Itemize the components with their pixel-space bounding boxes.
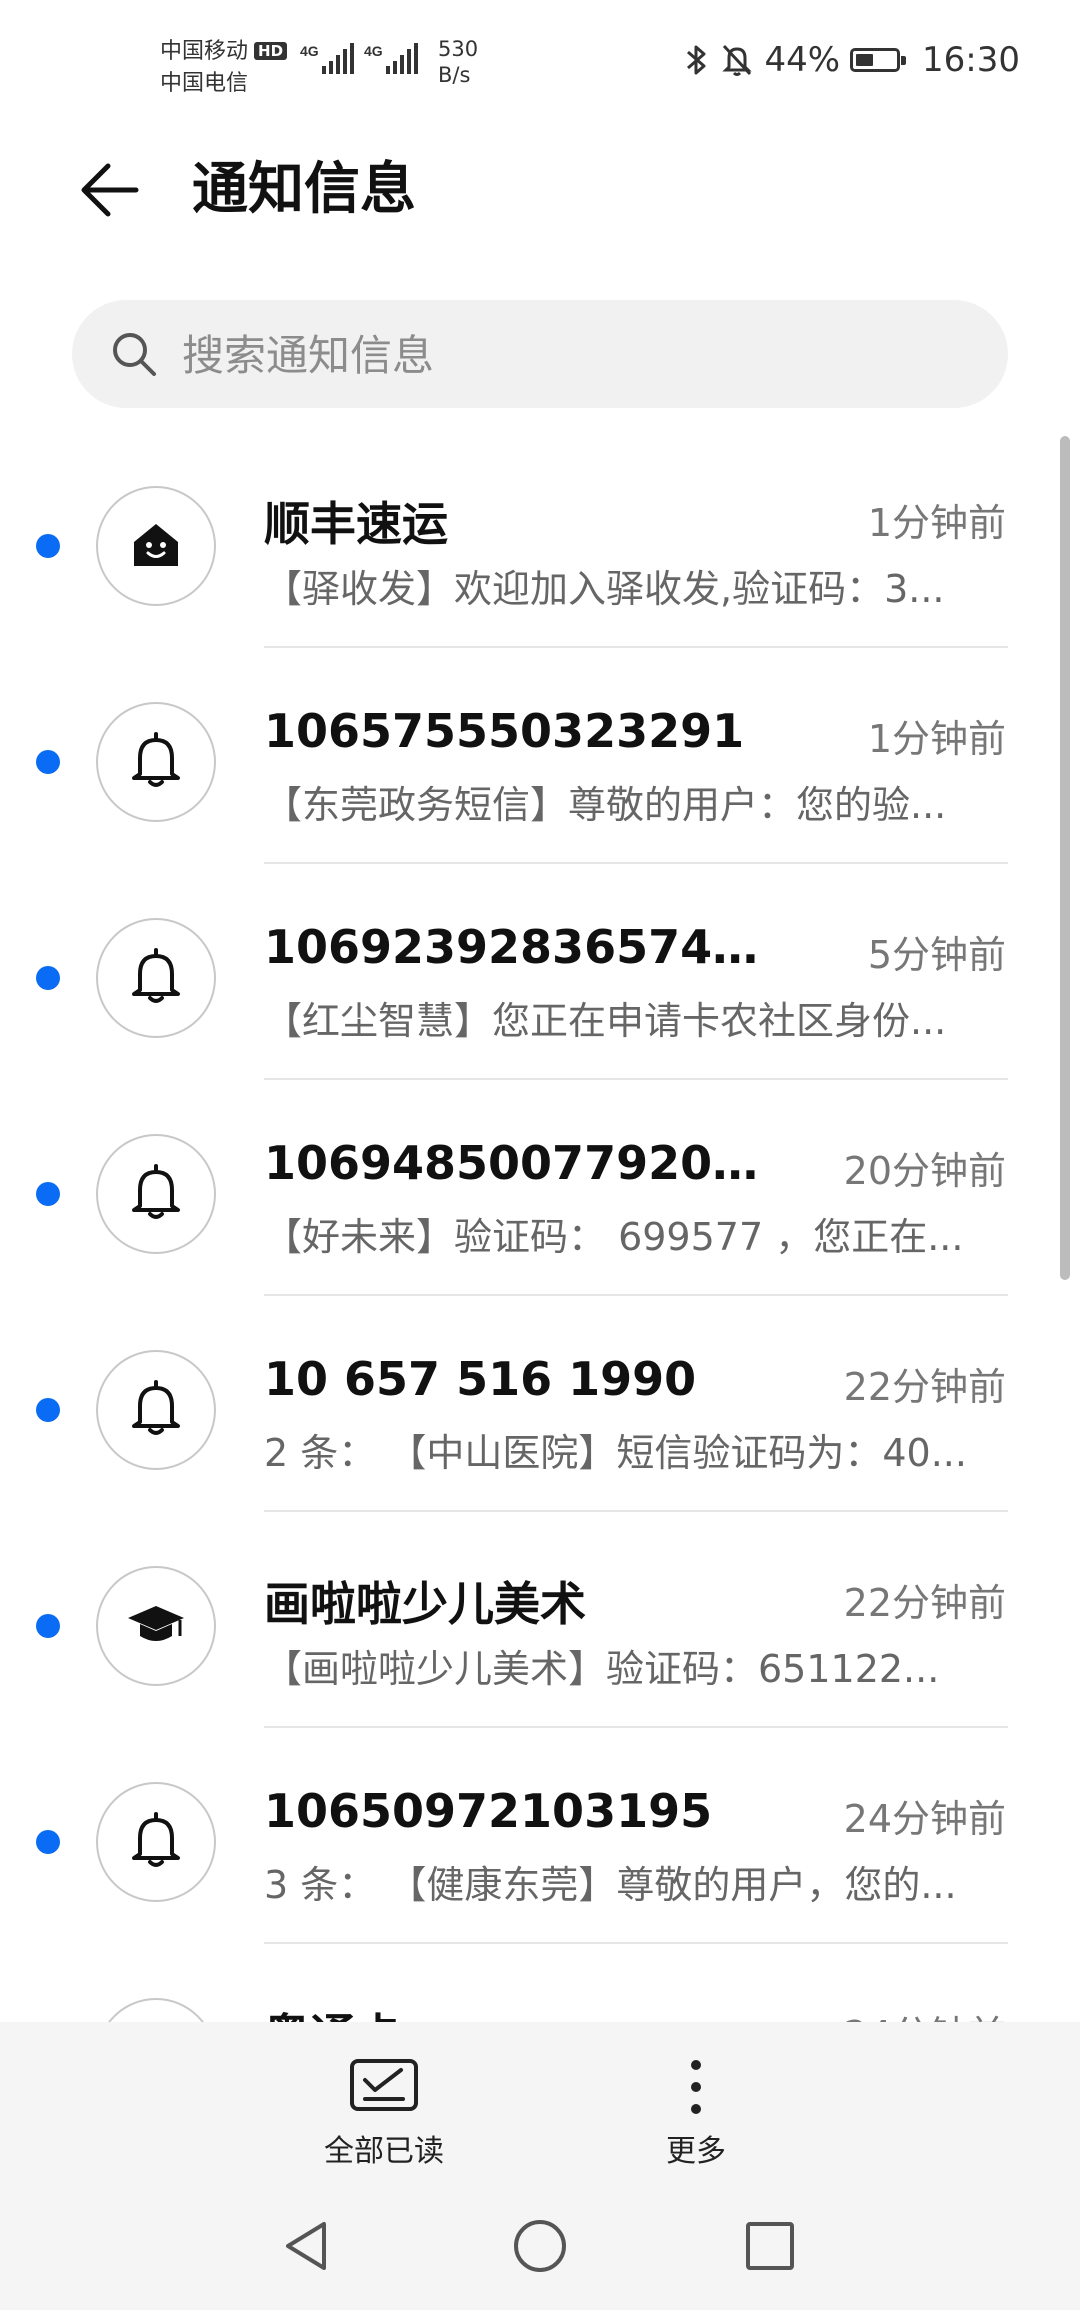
graduation-cap-icon [124, 1592, 188, 1660]
bluetooth-icon [687, 45, 706, 75]
message-time: 1分钟前 [867, 501, 1006, 545]
unread-dot [36, 750, 60, 774]
message-preview: 【东莞政务短信】尊敬的用户：您的验... [264, 783, 947, 827]
carrier-1-label: 中国移动 [160, 39, 249, 64]
message-preview: 【驿收发】欢迎加入驿收发,验证码：3... [264, 567, 945, 611]
sender-name: 106948500779200320... [264, 1136, 784, 1190]
message-row[interactable]: 106923928365744329 5分钟前【红尘智慧】您正在申请卡农社区身份.… [0, 864, 1080, 1080]
unread-dot [36, 534, 60, 558]
message-preview: 【红尘智慧】您正在申请卡农社区身份... [264, 999, 947, 1043]
unread-dot [36, 1614, 60, 1638]
message-time: 5分钟前 [867, 933, 1006, 977]
mark-all-read-label: 全部已读 [324, 2134, 444, 2169]
message-row[interactable]: 粤通卡 24分钟前 [0, 1944, 1080, 2022]
nav-home-button[interactable] [500, 2206, 580, 2286]
bottom-action-bar: 全部已读 更多 [0, 2022, 1080, 2170]
message-time: 24分钟前 [843, 1797, 1006, 1841]
navigation-bar [0, 2170, 1080, 2310]
network-2-label: 4G [364, 43, 383, 59]
bell-icon [124, 1160, 188, 1228]
carrier-1: 中国移动 HD [160, 33, 288, 65]
more-button[interactable]: 更多 [616, 2058, 776, 2170]
message-time: 22分钟前 [843, 1581, 1006, 1625]
message-time: 24分钟前 [844, 2004, 1006, 2022]
bell-icon [124, 728, 188, 796]
message-preview: 【画啦啦少儿美术】验证码：651122... [264, 1647, 940, 1691]
message-time: 1分钟前 [867, 717, 1006, 761]
status-right: 44% 16:30 [684, 40, 1020, 80]
sender-name: 106923928365744329 [264, 920, 784, 974]
mark-read-icon [350, 2059, 418, 2111]
back-button[interactable] [70, 150, 150, 230]
search-bar[interactable] [72, 300, 1008, 410]
clock: 16:30 [922, 40, 1020, 80]
nav-back-icon [286, 2222, 326, 2270]
message-preview: 3 条： 【健康东莞】尊敬的用户，您的... [264, 1863, 957, 1907]
unread-dot [36, 966, 60, 990]
signal-icon: 4G [300, 43, 354, 74]
page-title: 通知信息 [192, 157, 416, 222]
mute-bell-icon [722, 44, 753, 76]
network-speed: 530 B/s [438, 36, 478, 88]
arrow-left-icon [81, 163, 139, 217]
battery-fill [856, 54, 874, 66]
nav-home-icon [514, 2220, 566, 2272]
sender-avatar[interactable] [96, 1566, 216, 1686]
sender-name: 粤通卡 [264, 2000, 402, 2022]
search-input[interactable] [180, 300, 984, 410]
message-row[interactable]: 10 657 516 1990 22分钟前 2 条： 【中山医院】短信验证码为：40… [0, 1296, 1080, 1512]
battery-percent: 44% [764, 40, 841, 80]
speed-value: 530 [438, 37, 479, 61]
unread-dot [36, 1398, 60, 1422]
hd-badge: HD [254, 42, 288, 60]
speed-unit: B/s [438, 63, 471, 87]
more-label: 更多 [666, 2134, 726, 2169]
unread-dot [36, 1830, 60, 1854]
message-time: 22分钟前 [843, 1365, 1006, 1409]
message-time: 20分钟前 [843, 1149, 1006, 1193]
message-preview: 2 条： 【中山医院】短信验证码为：40... [264, 1431, 967, 1475]
bell-icon [124, 1808, 188, 1876]
nav-recents-icon [746, 2222, 794, 2270]
sender-avatar[interactable] [96, 1782, 216, 1902]
scrollbar[interactable] [1060, 436, 1070, 1280]
nav-recents-button[interactable] [730, 2206, 810, 2286]
message-row[interactable]: 顺丰速运 1分钟前【驿收发】欢迎加入驿收发,验证码：3... [0, 432, 1080, 648]
sender-avatar[interactable] [96, 918, 216, 1038]
message-row[interactable]: 106948500779200320... 20分钟前【好未来】验证码： 6995… [0, 1080, 1080, 1296]
message-row[interactable]: 画啦啦少儿美术 22分钟前【画啦啦少儿美术】验证码：651122... [0, 1512, 1080, 1728]
sender-avatar[interactable] [96, 1134, 216, 1254]
battery-icon [850, 48, 907, 72]
mark-all-read-button[interactable]: 全部已读 [304, 2058, 464, 2170]
sender-name: 10 657 516 1990 [264, 1352, 697, 1406]
sender-avatar[interactable] [96, 1350, 216, 1470]
sender-avatar[interactable] [96, 1998, 216, 2022]
message-row[interactable]: 10650972103195 24分钟前 3 条： 【健康东莞】尊敬的用户，您的..… [0, 1728, 1080, 1944]
nav-back-button[interactable] [268, 2206, 348, 2286]
network-1-label: 4G [300, 43, 319, 59]
more-vertical-icon [691, 2060, 701, 2114]
unread-dot [36, 1182, 60, 1206]
message-row[interactable]: 106575550323291 1分钟前【东莞政务短信】尊敬的用户：您的验... [0, 648, 1080, 864]
sender-avatar[interactable] [96, 486, 216, 606]
smiling-house-icon [124, 512, 188, 580]
sender-name: 106575550323291 [264, 704, 745, 758]
search-icon [113, 333, 156, 376]
sender-name: 顺丰速运 [264, 497, 448, 551]
message-list[interactable]: 顺丰速运 1分钟前 【驿收发】欢迎加入驿收发,验证码：3... 10657555032… [0, 432, 1080, 2022]
message-preview: 【好未来】验证码： 699577 ，您正在... [264, 1215, 964, 1259]
bell-icon [124, 1376, 188, 1444]
sender-name: 10650972103195 [264, 1784, 713, 1838]
carrier-2: 中国电信 [160, 71, 249, 96]
status-bar: 中国移动 HD 中国电信 4G 4G 530 B/s 44% 16:30 [0, 0, 1080, 120]
bell-icon [124, 944, 188, 1012]
signal-icon: 4G [364, 43, 418, 74]
sender-avatar[interactable] [96, 702, 216, 822]
sender-name: 画啦啦少儿美术 [264, 1577, 586, 1631]
